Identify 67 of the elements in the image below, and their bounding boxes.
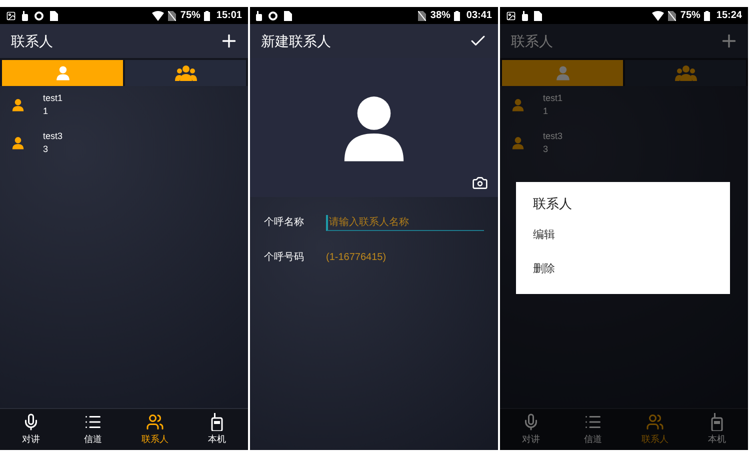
contact-tab[interactable] [125, 60, 246, 86]
clock-time: 15:24 [716, 9, 742, 23]
contacts-icon [646, 412, 664, 431]
contact-number: 1 [43, 105, 50, 118]
battery-percent: 38% [430, 9, 450, 23]
walkie-talkie-icon [711, 412, 723, 431]
nav-item[interactable]: 信道 [562, 409, 624, 450]
contact-row[interactable]: test3 3 [500, 124, 748, 162]
field-label: 个呼号码 [264, 250, 304, 265]
person-icon [511, 98, 525, 112]
battery-icon [204, 10, 210, 20]
contacts-icon [146, 412, 164, 431]
no-sim-icon [668, 10, 676, 20]
sim-card-icon [50, 10, 58, 20]
nav-item[interactable]: 对讲 [500, 409, 562, 450]
input-field[interactable]: 请输入联系人名称 [326, 214, 484, 230]
screen-title: 联系人 [511, 32, 553, 50]
contact-number: 1 [543, 105, 550, 118]
nav-item[interactable]: 信道 [62, 409, 124, 450]
contact-name: test3 [43, 130, 63, 143]
screen-title: 联系人 [11, 32, 53, 50]
group-icon [674, 65, 696, 81]
person-icon [54, 65, 70, 81]
person-icon [11, 98, 25, 112]
menu-item[interactable]: 编辑 [516, 218, 730, 252]
field-value: (1-16776415) [326, 251, 386, 265]
battery-percent: 75% [680, 9, 700, 23]
field-label: 个呼名称 [264, 216, 304, 230]
battery-icon [704, 10, 710, 20]
group-icon [174, 65, 196, 81]
battery-icon [454, 10, 460, 20]
contact-name: test1 [43, 92, 63, 105]
contact-number: 3 [543, 143, 550, 156]
contact-row[interactable]: test3 3 [0, 124, 248, 162]
person-icon [511, 136, 525, 150]
walkie-talkie-icon [211, 412, 223, 431]
walkie-talkie-icon [22, 10, 28, 20]
contact-number: 3 [43, 143, 50, 156]
walkie-talkie-icon [256, 10, 262, 20]
microphone-icon [22, 412, 40, 431]
camera-icon [472, 175, 488, 191]
contact-name: test3 [543, 130, 563, 143]
microphone-icon [522, 412, 540, 431]
image-icon [6, 10, 16, 20]
menu-item[interactable]: 删除 [516, 252, 730, 286]
image-icon [506, 10, 516, 20]
clock-time: 03:41 [466, 9, 492, 23]
clock-time: 15:01 [216, 9, 242, 23]
walkie-talkie-icon [522, 10, 528, 20]
contact-row[interactable]: test1 1 [500, 86, 748, 124]
nav-item[interactable]: 联系人 [124, 409, 186, 450]
person-icon [554, 65, 570, 81]
battery-percent: 75% [180, 9, 200, 23]
nav-item[interactable]: 本机 [686, 409, 748, 450]
no-sim-icon [418, 10, 426, 20]
circle-icon [34, 10, 44, 20]
nav-item[interactable]: 本机 [186, 409, 248, 450]
nav-item[interactable]: 对讲 [0, 409, 62, 450]
screen-title: 新建联系人 [261, 32, 331, 50]
contact-name: test1 [543, 92, 563, 105]
no-sim-icon [168, 10, 176, 20]
sim-card-icon [284, 10, 292, 20]
person-icon [11, 136, 25, 150]
contact-row[interactable]: test1 1 [0, 86, 248, 124]
sim-card-icon [534, 10, 542, 20]
circle-icon [268, 10, 278, 20]
dialog-title: 联系人 [532, 195, 573, 214]
